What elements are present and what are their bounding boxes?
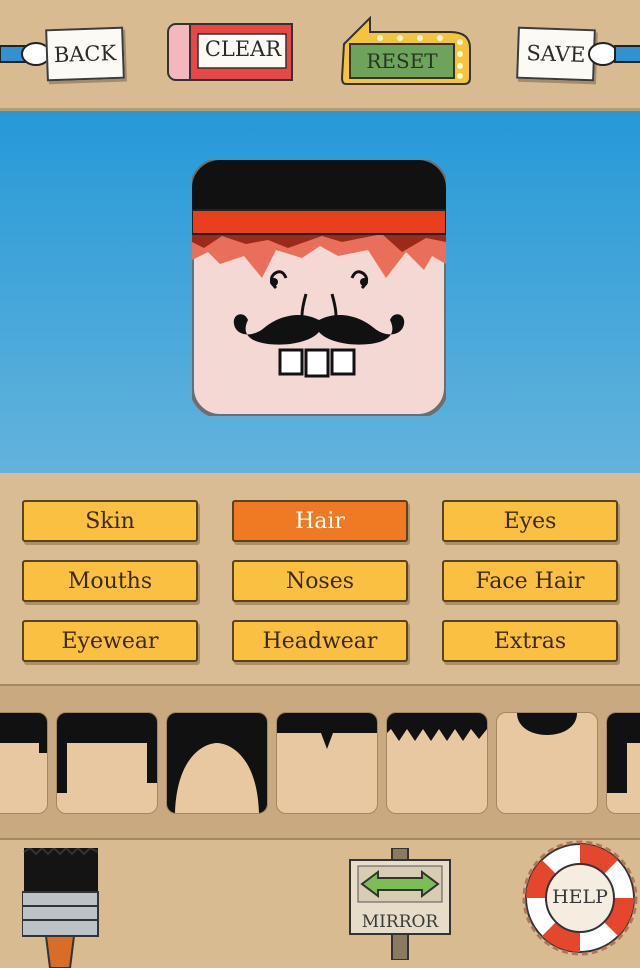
category-extras-button[interactable]: Extras [442,620,618,662]
clear-button[interactable]: CLEAR [166,18,296,84]
reset-label: RESET [366,49,438,73]
hair-option-tile[interactable] [166,712,268,814]
category-eyes-button[interactable]: Eyes [442,500,618,542]
clear-label: CLEAR [204,37,282,61]
hair-option-tile[interactable] [386,712,488,814]
mirror-arrows-icon [349,848,451,960]
hair-option-tile[interactable] [0,712,48,814]
save-button[interactable]: SAVE [515,22,640,84]
back-button[interactable]: BACK [0,22,125,84]
mirror-button[interactable]: MIRROR [348,848,452,960]
hair-options-strip[interactable] [0,684,640,840]
hair-option-tile[interactable] [276,712,378,814]
category-hair-button[interactable]: Hair [232,500,408,542]
category-panel: Skin Hair Eyes Mouths Noses Face Hair Ey… [0,476,640,682]
category-skin-button[interactable]: Skin [22,500,198,542]
pointing-hand-icon [588,42,640,66]
back-label: BACK [53,40,117,68]
mirror-label: MIRROR [361,912,439,932]
top-toolbar: BACK CLEAR RESET SAVE [0,0,640,111]
teeth-icon [278,348,356,378]
paintbrush-icon[interactable] [22,848,102,968]
avatar-face [192,160,446,416]
category-face-hair-button[interactable]: Face Hair [442,560,618,602]
category-eyewear-button[interactable]: Eyewear [22,620,198,662]
save-label: SAVE [526,40,586,68]
hair-option-tile[interactable] [56,712,158,814]
category-headwear-button[interactable]: Headwear [232,620,408,662]
category-noses-button[interactable]: Noses [232,560,408,602]
category-mouths-button[interactable]: Mouths [22,560,198,602]
reset-button[interactable]: RESET [340,14,474,88]
hair-option-tile[interactable] [606,712,640,814]
help-label: HELP [552,886,608,908]
help-button[interactable]: HELP [520,840,640,960]
hair-option-tile[interactable] [496,712,598,814]
bottom-bar: MIRROR HELP [0,840,640,968]
